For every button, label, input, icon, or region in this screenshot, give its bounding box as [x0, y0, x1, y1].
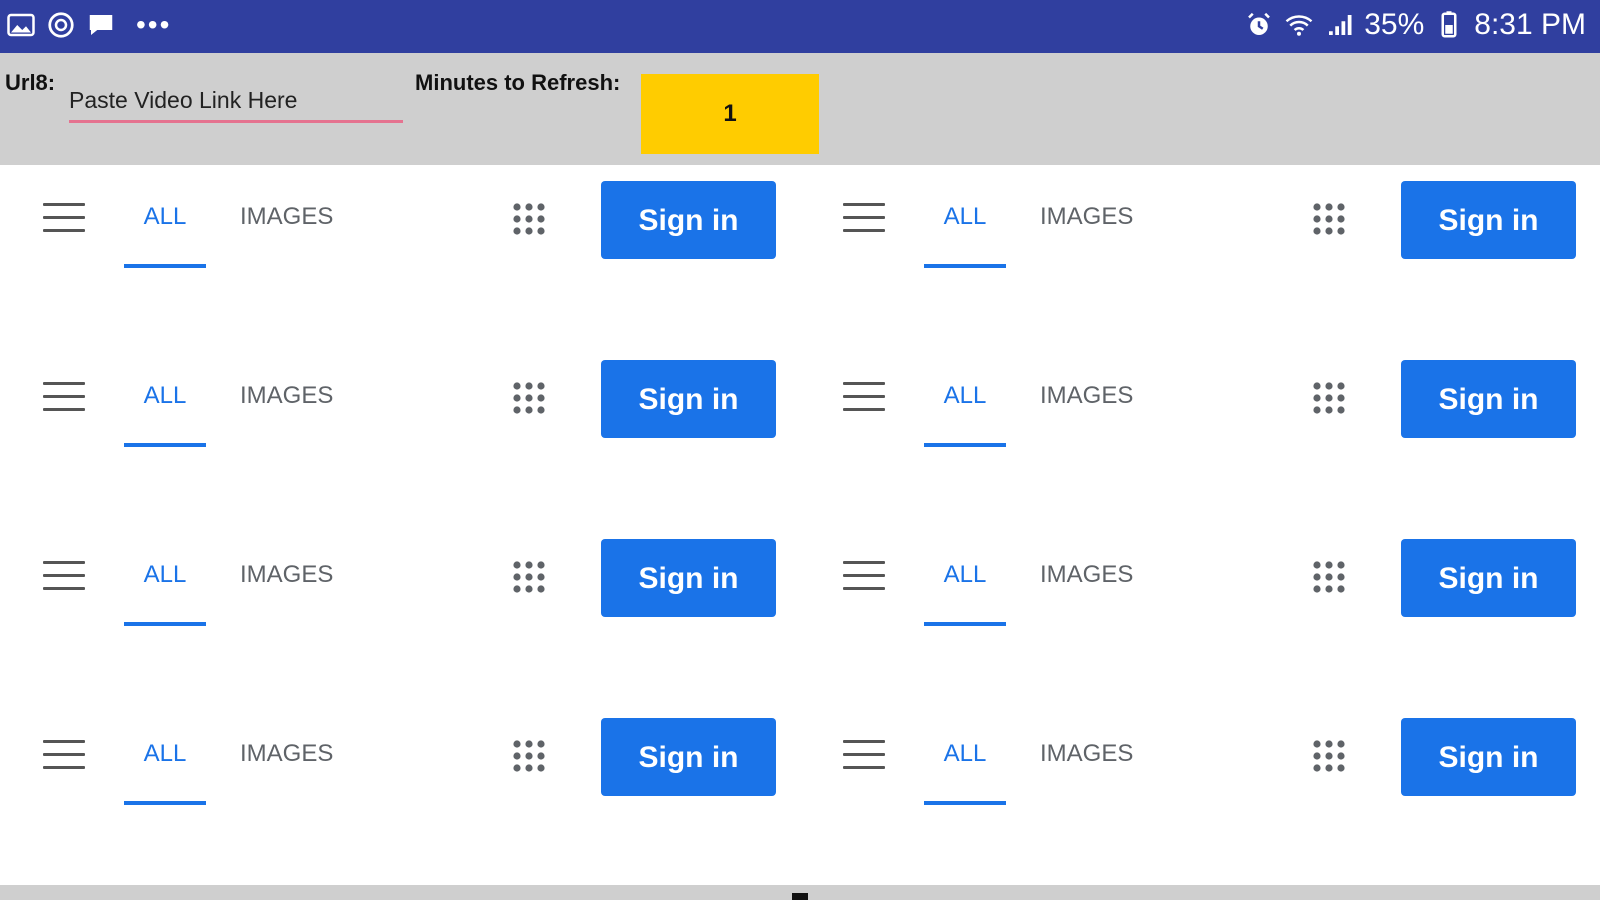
tab-all-indicator: [124, 622, 206, 626]
tab-images[interactable]: IMAGES: [240, 378, 333, 414]
sign-in-button[interactable]: Sign in: [1401, 181, 1576, 259]
menu-icon[interactable]: [843, 203, 885, 233]
refresh-minutes-button[interactable]: 1: [641, 74, 819, 154]
apps-grid-icon[interactable]: [1311, 201, 1347, 237]
webview-tile: ALL IMAGES Sign in: [0, 165, 800, 344]
menu-icon[interactable]: [43, 382, 85, 412]
tab-all[interactable]: ALL: [924, 736, 1006, 772]
menu-icon[interactable]: [843, 740, 885, 770]
message-icon: [86, 10, 116, 40]
url-label: Url8:: [5, 70, 56, 95]
tab-all[interactable]: ALL: [124, 736, 206, 772]
sign-in-button[interactable]: Sign in: [601, 539, 776, 617]
webview-tile: ALL IMAGES Sign in: [800, 523, 1600, 702]
tab-images[interactable]: IMAGES: [1040, 378, 1133, 414]
tab-all[interactable]: ALL: [124, 557, 206, 593]
apps-grid-icon[interactable]: [511, 380, 547, 416]
webview-grid: ALL IMAGES Sign in ALL IMAGES Sign in ALL IMAGE…: [0, 165, 1600, 885]
sign-in-button[interactable]: Sign in: [1401, 360, 1576, 438]
alarm-icon: [1244, 10, 1274, 40]
webview-tile: ALL IMAGES Sign in: [0, 523, 800, 702]
refresh-minutes-label: Minutes to Refresh:: [415, 70, 621, 95]
sign-in-button[interactable]: Sign in: [601, 360, 776, 438]
tab-all-indicator: [924, 622, 1006, 626]
tab-all[interactable]: ALL: [124, 378, 206, 414]
status-bar: ••• 35% 8:31 PM: [0, 0, 1600, 53]
menu-icon[interactable]: [43, 561, 85, 591]
webview-tile: ALL IMAGES Sign in: [0, 702, 800, 881]
menu-icon[interactable]: [43, 203, 85, 233]
tab-all-indicator: [124, 801, 206, 805]
battery-icon: [1434, 10, 1464, 40]
sign-in-button[interactable]: Sign in: [1401, 539, 1576, 617]
apps-grid-icon[interactable]: [511, 201, 547, 237]
bottom-bar: [0, 885, 1600, 900]
resize-handle[interactable]: [792, 893, 808, 900]
tab-images[interactable]: IMAGES: [240, 557, 333, 593]
apps-grid-icon[interactable]: [511, 559, 547, 595]
tab-images[interactable]: IMAGES: [1040, 557, 1133, 593]
webview-tile: ALL IMAGES Sign in: [800, 702, 1600, 881]
wifi-icon: [1284, 10, 1314, 40]
status-left-icons: •••: [6, 10, 171, 40]
tab-all-indicator: [924, 443, 1006, 447]
tab-all[interactable]: ALL: [924, 557, 1006, 593]
menu-icon[interactable]: [43, 740, 85, 770]
apps-grid-icon[interactable]: [1311, 380, 1347, 416]
battery-percent: 35%: [1364, 8, 1425, 41]
tab-images[interactable]: IMAGES: [240, 199, 333, 235]
tab-all-indicator: [924, 264, 1006, 268]
tab-all-indicator: [124, 264, 206, 268]
tab-all[interactable]: ALL: [124, 199, 206, 235]
tab-images[interactable]: IMAGES: [1040, 736, 1133, 772]
url-input[interactable]: [69, 81, 403, 123]
sign-in-button[interactable]: Sign in: [1401, 718, 1576, 796]
tab-images[interactable]: IMAGES: [1040, 199, 1133, 235]
status-right: 35% 8:31 PM: [1244, 8, 1586, 42]
webview-tile: ALL IMAGES Sign in: [0, 344, 800, 523]
tab-all-indicator: [924, 801, 1006, 805]
control-bar: Url8: Minutes to Refresh: 1: [0, 53, 1600, 165]
more-notifications-icon: •••: [136, 9, 172, 40]
whatsapp-icon: [46, 10, 76, 40]
apps-grid-icon[interactable]: [511, 738, 547, 774]
tab-images[interactable]: IMAGES: [240, 736, 333, 772]
signal-icon: [1324, 10, 1354, 40]
gallery-icon: [6, 10, 36, 40]
clock: 8:31 PM: [1474, 8, 1586, 41]
menu-icon[interactable]: [843, 561, 885, 591]
webview-tile: ALL IMAGES Sign in: [800, 165, 1600, 344]
sign-in-button[interactable]: Sign in: [601, 181, 776, 259]
tab-all[interactable]: ALL: [924, 378, 1006, 414]
tab-all-indicator: [124, 443, 206, 447]
apps-grid-icon[interactable]: [1311, 738, 1347, 774]
tab-all[interactable]: ALL: [924, 199, 1006, 235]
apps-grid-icon[interactable]: [1311, 559, 1347, 595]
webview-tile: ALL IMAGES Sign in: [800, 344, 1600, 523]
sign-in-button[interactable]: Sign in: [601, 718, 776, 796]
menu-icon[interactable]: [843, 382, 885, 412]
